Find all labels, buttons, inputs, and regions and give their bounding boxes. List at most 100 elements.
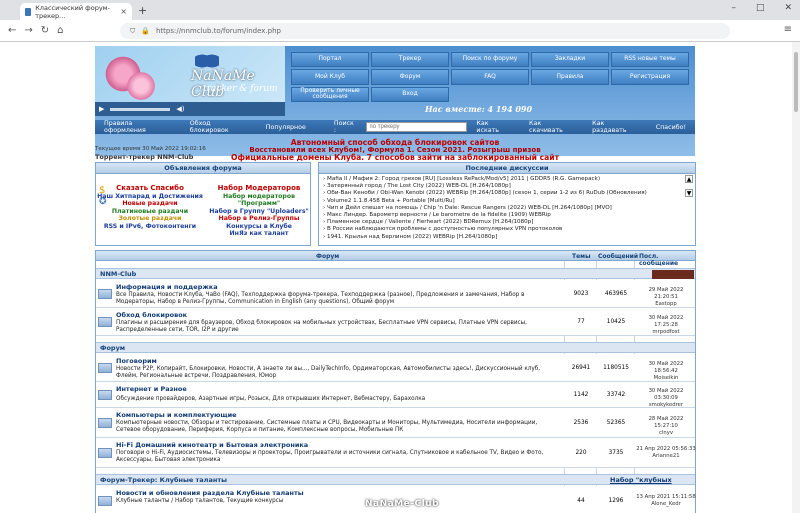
nav-faq[interactable]: FAQ [451,69,529,85]
discussion-item[interactable]: › Пламенное сердце / Valiente / Fierhear… [323,219,691,226]
forum-title[interactable]: Информация и поддержка [116,283,218,291]
play-icon[interactable]: ▶ [99,105,104,113]
forum-title[interactable]: Обход блокировок [116,311,187,319]
subnav-popular-link[interactable]: Популярное [257,124,315,131]
nav-forum[interactable]: Форум [371,69,449,85]
volume-slider[interactable] [110,107,171,111]
minimize-icon[interactable]: – [731,3,736,13]
menu-icon[interactable]: ≡ [784,24,792,35]
thanks-link[interactable]: Сказать Спасибо [96,184,204,193]
topic-count: 26941 [571,365,591,371]
back-icon[interactable]: ← [8,25,16,36]
page-scrollbar[interactable] [792,42,800,513]
search-input[interactable] [365,122,468,132]
last-post-user[interactable]: Eastopp [636,301,696,308]
last-post-user[interactable]: Alone_Kedr [636,501,696,508]
last-post-user[interactable]: mrpodfost [636,329,696,336]
forum-row[interactable]: Обход блокировок Плагины и расширения дл… [96,308,695,336]
online-count: Нас вместе: 4 194 090 [425,104,533,114]
program-mods-link[interactable]: Набор модераторов "Программ" [206,193,312,208]
subnav-rules-link[interactable]: Правила оформления [95,120,181,134]
forum-title[interactable]: Новости и обновления раздела Клубные тал… [116,489,304,497]
scrollbar-thumb[interactable] [794,52,798,112]
home-icon[interactable]: ⌂ [57,25,63,36]
new-tab-icon[interactable]: + [138,4,147,17]
radio-player[interactable]: ▶ ◀) [95,102,285,116]
last-post-user[interactable]: clnyv [636,430,696,437]
subforum-list: Плагины и расширения для браузеров, Обхо… [116,320,527,333]
nav-forum-search[interactable]: Поиск по форуму [451,52,529,68]
last-post-user[interactable]: Moiseikin [636,375,696,382]
nav-messages[interactable]: Проверить личные сообщения [291,86,369,102]
foreign-lang-link[interactable]: ИнЯз как талант [206,230,312,238]
forum-table: Форум Темы Сообщений Посл. сообщение NNM… [95,250,696,513]
scroll-up-icon[interactable]: ▲ [685,175,693,183]
forum-row[interactable]: Поговорим Новости P2P, Копирайт, Блокиро… [96,354,695,382]
subnav-thanks-link[interactable]: Спасибо! [647,124,695,131]
nav-tracker[interactable]: Трекер [371,52,449,68]
last-post-date: 13 Апр 2021 15:11:58 [636,494,696,500]
subforum-list: Компьютерные новости, Обзоры и тестирова… [116,420,538,433]
nav-rss[interactable]: RSS новые темы [611,52,689,68]
discussion-item[interactable]: › Volume2 1.1.8.458 Beta + Portable [Mul… [323,198,691,205]
forum-row[interactable]: Интернет и Разное Обсуждение провайдеров… [96,382,695,408]
contests-link[interactable]: Конкурсы в Клубе [206,223,312,231]
gold-releases-link[interactable]: Золотые раздачи [96,215,204,223]
nav-login[interactable]: Вход [371,86,449,102]
moderators-recruit-link[interactable]: Набор Модераторов [206,184,312,193]
category-header[interactable]: Форум [96,342,695,353]
nav-register[interactable]: Регистрация [611,69,689,85]
reload-icon[interactable]: ↻ [41,25,49,36]
discussion-item[interactable]: › Затерянный город / The Lost City (2022… [323,183,691,190]
uploaders-link[interactable]: Набор в Группу "Uploaders" [206,208,312,216]
close-window-icon[interactable]: ✕ [784,3,792,13]
platinum-releases-link[interactable]: Платиновые раздачи [96,208,204,216]
col-topics: Темы [572,253,591,260]
url-field[interactable]: ⛉ 🔒 https://nnmclub.to/forum/index.php [120,23,730,39]
forum-title[interactable]: Интернет и Разное [116,385,187,393]
category-header[interactable]: NNM-Club [96,268,695,279]
nav-my-club[interactable]: Мой Клуб [291,69,369,85]
logo[interactable]: NaNaMe Club tracker & forum ▶ ◀) [95,46,285,116]
site-favicon-icon [25,7,32,16]
nav-bookmarks[interactable]: Закладки [531,52,609,68]
browser-tab[interactable]: Классический форум-трекер... × [20,3,132,20]
discussion-item[interactable]: › Чип и Дейл спешат на помощь / Chip 'n … [323,205,691,212]
forward-icon[interactable]: → [24,25,32,36]
new-releases-link[interactable]: Новые раздачи [96,200,204,208]
discussion-item[interactable]: › 1941. Крылья над Берлином (2022) WEBRi… [323,234,691,241]
subnav-how-seed-link[interactable]: Как раздавать [583,120,647,134]
forum-title[interactable]: Hi-Fi Домашний кинотеатр и Бытовая элект… [116,441,308,449]
close-tab-icon[interactable]: × [120,7,127,16]
forum-row[interactable]: Компьютеры и комплектующие Компьютерные … [96,408,695,438]
release-groups-link[interactable]: Набор в Релиз-Группы [206,215,312,223]
hitparade-link[interactable]: Наш Хитпарад и Достижения [96,193,204,201]
category-title: NNM-Club [100,270,137,278]
rss-ipv6-link[interactable]: RSS и IPv6, Фотоконтенги [96,223,204,231]
discussion-item[interactable]: › Макс Линдер. Барометр верности / Le ba… [323,212,691,219]
discussion-list: › Mafia II / Мафия 2: Город грехов [RU] … [319,174,695,243]
last-post-user[interactable]: Arianne21 [636,453,696,460]
category-header[interactable]: Форум-Трекер: Клубные таланты Набор "клу… [96,474,695,494]
topic-count: 9023 [573,291,589,297]
folder-icon [98,496,112,506]
forum-row[interactable]: Hi-Fi Домашний кинотеатр и Бытовая элект… [96,438,696,468]
folder-icon [98,448,112,458]
discussion-item[interactable]: › В России наблюдаются проблемы с доступ… [323,226,691,233]
speaker-icon[interactable]: ◀) [176,105,184,113]
banner-image[interactable] [652,270,694,279]
nav-portal[interactable]: Портал [291,52,369,68]
maximize-icon[interactable]: □ [756,3,765,13]
scroll-down-icon[interactable]: ▼ [685,189,693,197]
forum-title[interactable]: Поговорим [116,357,157,365]
box-title: Объявления форума [96,163,310,174]
subnav-how-search-link[interactable]: Как искать [467,120,520,134]
forum-title[interactable]: Компьютеры и комплектующие [116,411,237,419]
nav-rules[interactable]: Правила [531,69,609,85]
discussion-item[interactable]: › Оби-Ван Кеноби / Obi-Wan Kenobi (2022)… [323,190,691,197]
forum-row[interactable]: Информация и поддержка Все Правила, Ново… [96,280,695,308]
watermark: NaNaMe-Club [365,499,440,509]
subnav-how-download-link[interactable]: Как скачивать [520,120,583,134]
subnav-bypass-link[interactable]: Обход блокировок [181,120,257,134]
category-title: Форум [100,344,126,352]
